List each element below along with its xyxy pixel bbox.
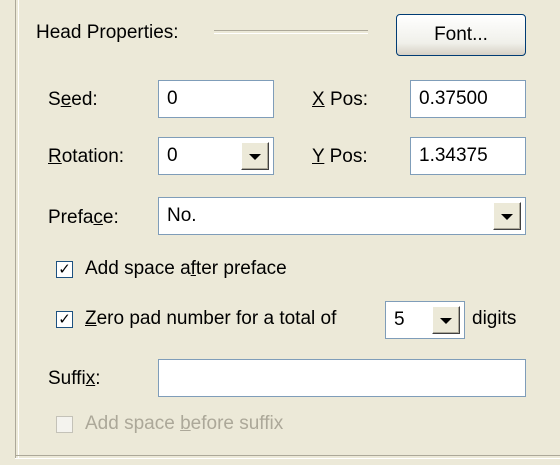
x-pos-label: X Pos: — [312, 89, 368, 110]
add-space-before-label: Add space before suffix — [85, 413, 284, 434]
y-pos-value: 1.34375 — [419, 145, 488, 166]
x-pos-input[interactable]: 0.37500 — [410, 80, 526, 118]
zero-pad-checkbox[interactable]: ✓ — [56, 311, 73, 328]
head-properties-panel: Head Properties: Font... Seed: 0 X Pos: … — [0, 0, 560, 465]
seed-label: Seed: — [48, 89, 98, 110]
font-button-label: Font... — [434, 24, 488, 45]
digits-label: digits — [472, 308, 517, 329]
y-pos-input[interactable]: 1.34375 — [410, 137, 526, 175]
font-button[interactable]: Font... — [396, 14, 526, 56]
x-pos-value: 0.37500 — [419, 88, 488, 109]
suffix-label: Suffix: — [48, 368, 101, 389]
add-space-before-checkbox[interactable] — [56, 416, 73, 433]
y-pos-label: Y Pos: — [312, 146, 368, 167]
digits-value: 5 — [394, 309, 405, 330]
frame-bottom-edge — [15, 455, 560, 459]
digits-dropdown-button[interactable] — [432, 306, 460, 334]
add-space-after-label[interactable]: Add space after preface — [85, 258, 287, 280]
rotation-select[interactable]: 0 — [158, 137, 274, 175]
section-title: Head Properties: — [36, 22, 179, 43]
preface-label: Preface: — [48, 207, 119, 228]
rotation-label: Rotation: — [48, 146, 125, 167]
section-divider — [214, 30, 368, 34]
check-icon: ✓ — [58, 260, 71, 278]
chevron-down-icon — [249, 154, 261, 160]
check-icon: ✓ — [58, 310, 71, 328]
rotation-dropdown-button[interactable] — [241, 142, 269, 170]
zero-pad-label[interactable]: Zero pad number for a total of — [85, 308, 336, 330]
suffix-input[interactable] — [158, 359, 526, 397]
preface-value: No. — [167, 205, 197, 226]
rotation-value: 0 — [167, 145, 178, 166]
digits-select[interactable]: 5 — [385, 301, 465, 339]
chevron-down-icon — [501, 214, 513, 220]
add-space-after-checkbox[interactable]: ✓ — [56, 261, 73, 278]
seed-input[interactable]: 0 — [158, 80, 274, 118]
frame-left-edge — [15, 0, 19, 458]
chevron-down-icon — [440, 318, 452, 324]
preface-select[interactable]: No. — [158, 197, 526, 235]
preface-dropdown-button[interactable] — [493, 202, 521, 230]
seed-value: 0 — [167, 88, 178, 109]
